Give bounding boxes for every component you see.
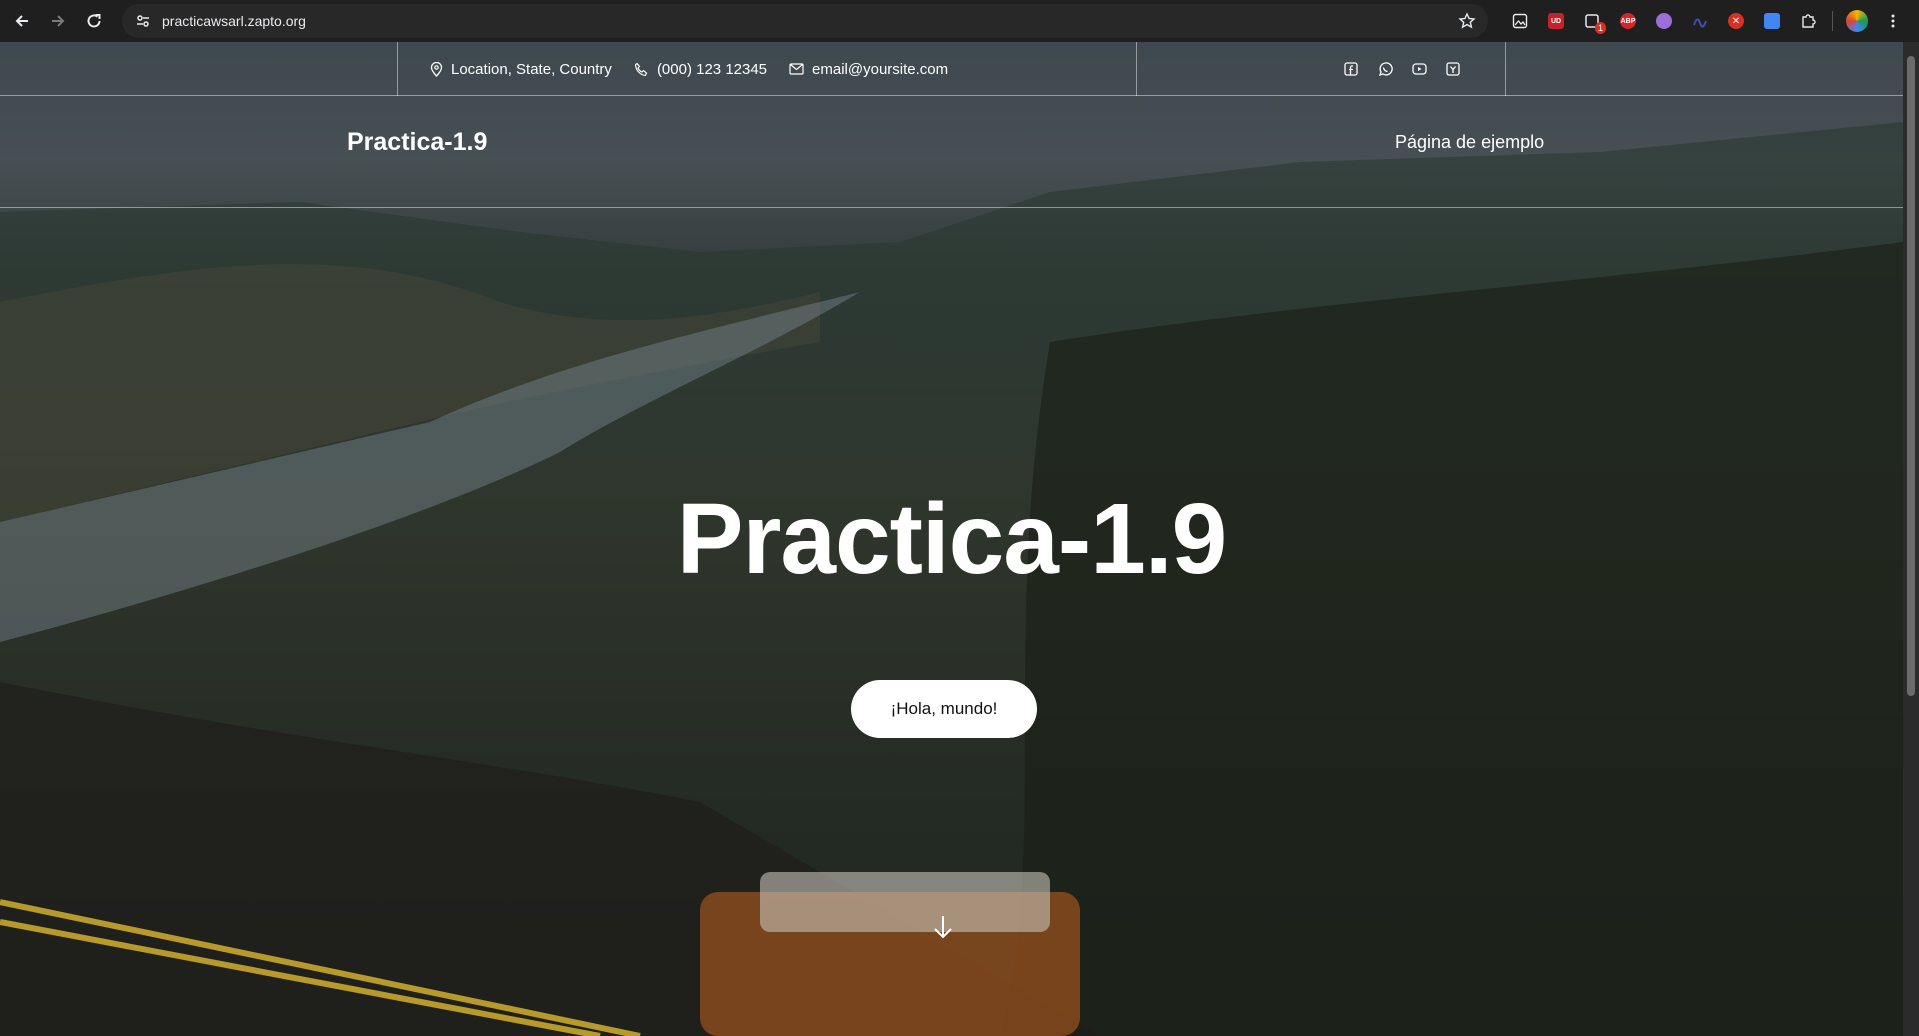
red-x-icon: ✕ [1728,13,1744,29]
back-button[interactable] [4,3,40,39]
phone-item[interactable]: (000) 123 12345 [634,61,767,78]
image-icon [1512,13,1528,29]
hero-button[interactable]: ¡Hola, mundo! [851,680,1037,738]
extensions-row: UD 1 ABP ✕ [1502,5,1911,37]
whatsapp-icon [1378,61,1393,76]
phone-text[interactable]: (000) 123 12345 [657,61,767,78]
facebook-icon [1344,62,1358,76]
page-viewport: Location, State, Country (000) 123 12345… [0,42,1903,1036]
extension-clipboard[interactable]: 1 [1574,5,1610,37]
whatsapp-link[interactable] [1368,52,1402,86]
browser-menu-button[interactable] [1875,5,1911,37]
arrow-left-icon [15,15,28,27]
extension-blue-glyph[interactable] [1682,5,1718,37]
arrow-right-icon [52,15,65,27]
browser-toolbar: practicawsarl.zapto.org UD 1 ABP ✕ [0,0,1919,42]
youtube-icon [1411,63,1427,75]
toolbar-divider [1832,11,1833,31]
youtube-link[interactable] [1402,52,1436,86]
phone-icon [634,62,648,76]
star-icon [1458,12,1476,29]
extension-red-x[interactable]: ✕ [1718,5,1754,37]
url-text[interactable]: practicawsarl.zapto.org [162,13,306,29]
scrollbar-thumb[interactable] [1907,56,1915,696]
extension-ublock[interactable]: UD [1538,5,1574,37]
email-item[interactable]: email@yoursite.com [789,61,948,78]
tune-icon [137,15,149,27]
extension-purple[interactable] [1646,5,1682,37]
topbar-divider [1505,42,1506,96]
mail-icon [789,63,804,75]
more-vertical-icon [1891,14,1895,28]
topbar-divider [397,42,398,96]
extension-blue-square[interactable] [1754,5,1790,37]
ublock-icon: UD [1548,13,1564,29]
page-scrollbar[interactable] [1903,42,1919,1036]
site-info-button[interactable] [126,4,160,38]
reload-button[interactable] [76,3,112,39]
location-item: Location, State, Country [430,61,612,78]
purple-circle-icon [1656,13,1672,29]
social-links [1334,42,1470,96]
topbar-divider [1136,42,1137,96]
email-text[interactable]: email@yoursite.com [812,61,948,78]
location-text: Location, State, Country [451,60,612,78]
scroll-down-button[interactable] [932,914,954,940]
blue-glyph-icon [1693,18,1707,28]
puzzle-icon [1802,14,1816,28]
extension-badge: 1 [1594,22,1606,34]
bookmark-button[interactable] [1458,12,1476,35]
tripadvisor-icon [1446,62,1460,76]
hero-title: Practica-1.9 [676,483,1227,595]
extensions-menu-button[interactable] [1790,5,1826,37]
blue-square-icon [1764,13,1780,29]
adblock-plus-icon: ABP [1620,13,1636,29]
top-info-bar: Location, State, Country (000) 123 12345… [0,42,1903,96]
arrow-down-icon [934,916,952,939]
site-title[interactable]: Practica-1.9 [347,128,487,157]
map-pin-icon [430,61,443,77]
profile-button[interactable] [1839,5,1875,37]
reload-icon [87,14,101,28]
address-bar[interactable]: practicawsarl.zapto.org [122,4,1488,38]
extension-adblock-plus[interactable]: ABP [1610,5,1646,37]
site-header: Practica-1.9 Página de ejemplo [0,96,1903,208]
forward-button[interactable] [40,3,76,39]
tripadvisor-link[interactable] [1436,52,1470,86]
facebook-link[interactable] [1334,52,1368,86]
avatar [1846,10,1868,32]
nav-item-sample-page[interactable]: Página de ejemplo [1395,132,1544,153]
contact-info: Location, State, Country (000) 123 12345… [430,42,970,96]
extension-image[interactable] [1502,5,1538,37]
